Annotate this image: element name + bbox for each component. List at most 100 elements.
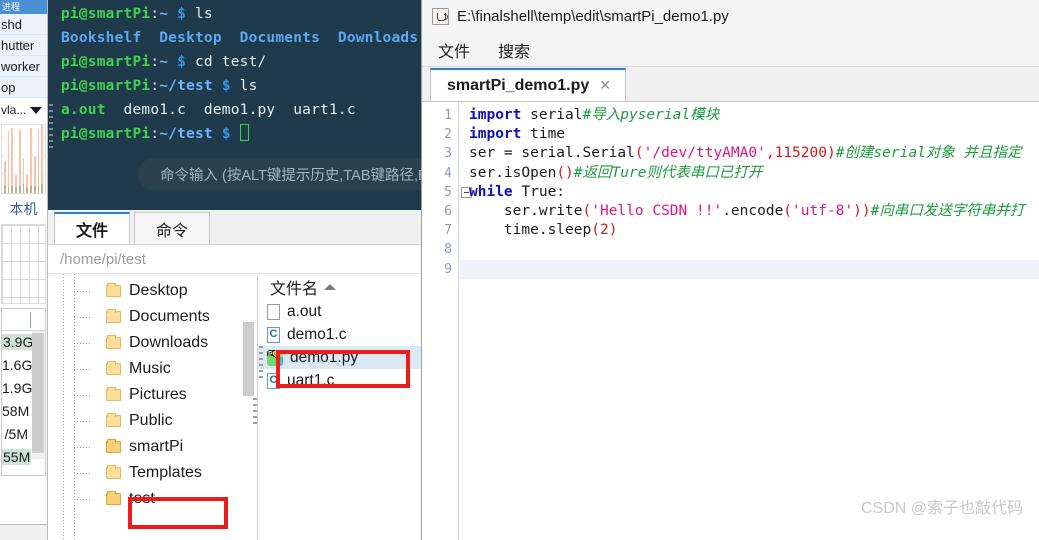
tree-connector: [74, 447, 90, 448]
tab-commands[interactable]: 命令: [134, 212, 210, 244]
terminal-file-entry: uart1.c: [293, 102, 356, 118]
host-label: 本机: [9, 201, 38, 217]
chart-bar-column: [30, 125, 32, 193]
chart-bar-download: [4, 185, 6, 193]
terminal-dir-entry: Documents: [239, 30, 321, 46]
terminal-command: ls: [239, 78, 258, 94]
file-list-item[interactable]: Cdemo1.c: [258, 323, 421, 346]
terminal-dir-entry: Downloads: [337, 30, 419, 46]
file-list-item[interactable]: Cuart1.c: [258, 369, 421, 392]
tree-folder-item[interactable]: Music: [48, 356, 257, 382]
tree-folder-item[interactable]: Pictures: [48, 382, 257, 408]
terminal-path: ~/test: [159, 126, 213, 142]
screenshot-root: 进程 shd hutter worker op vla... 本机 3.9G 1.…: [0, 0, 1039, 540]
tree-folder-label: Downloads: [129, 334, 209, 351]
tree-scroll-marker: [253, 398, 257, 426]
folder-icon: [106, 439, 121, 453]
tree-folder-item[interactable]: Downloads: [48, 330, 257, 356]
disk-stat-value: 1.6G: [2, 357, 33, 373]
tree-folder-item[interactable]: test: [48, 486, 257, 512]
pycharm-file-icon: [267, 349, 283, 366]
editor-window: E:\finalshell\temp\edit\smartPi_demo1.py…: [421, 0, 1039, 540]
file-list-item[interactable]: demo1.py: [258, 346, 421, 369]
sort-ascending-icon[interactable]: [324, 284, 337, 290]
terminal-prompt-line: pi@smartPi:~/test $ ls: [61, 78, 258, 94]
stats-header: [2, 309, 45, 331]
process-row[interactable]: hutter: [0, 35, 47, 56]
code-token: (: [591, 222, 600, 239]
c-file-icon: C: [267, 372, 280, 389]
code-token: ): [608, 222, 618, 239]
command-input-hint[interactable]: 命令输入 (按ALT键提示历史,TAB键路径,ESC: [138, 158, 421, 190]
folder-icon: [106, 413, 121, 427]
network-interface-selector[interactable]: vla...: [0, 98, 47, 122]
chart-bars: [2, 125, 45, 193]
editor-tab-label: smartPi_demo1.py: [447, 76, 590, 94]
tree-scrollbar-thumb[interactable]: [243, 322, 254, 396]
terminal-prompt-line: pi@smartPi:~ $ cd test/: [61, 54, 267, 70]
chart-bar-upload: [41, 125, 44, 185]
chevron-down-icon[interactable]: [30, 106, 43, 114]
chart-bar-upload: [11, 128, 14, 186]
line-number: 7: [444, 223, 452, 239]
code-token: (: [783, 202, 793, 219]
terminal-user: pi@smartPi: [61, 6, 151, 22]
disk-stat-value: /5M: [4, 426, 28, 442]
terminal-command: ls: [195, 6, 213, 22]
code-token: 2: [599, 222, 609, 239]
folder-icon: [106, 309, 121, 323]
menu-item-file[interactable]: 文件: [438, 38, 470, 62]
chart-bar-column: [18, 125, 21, 193]
code-line: [469, 259, 1039, 279]
code-token: (: [634, 145, 644, 162]
chart-bar-download: [30, 186, 32, 193]
process-row[interactable]: op: [0, 77, 47, 98]
tree-folder-item[interactable]: Templates: [48, 460, 257, 486]
terminal-path: ~: [159, 54, 169, 70]
tab-files[interactable]: 文件: [54, 212, 130, 244]
tree-folder-item[interactable]: Desktop: [48, 278, 257, 304]
disk-stat-value: 1.9G: [2, 380, 33, 396]
tree-folder-label: Public: [129, 412, 173, 429]
chart-bar-column: [7, 125, 10, 193]
file-list-header[interactable]: 文件名: [258, 274, 421, 300]
terminal-file-entry: demo1.c: [123, 102, 187, 118]
file-list-item[interactable]: a.out: [258, 300, 421, 323]
line-number: 9: [444, 261, 452, 277]
code-token: time: [521, 126, 566, 143]
code-lines: import serial#导入pyserial模块 import time ser…: [469, 102, 1039, 279]
left-sidebar-panel: 进程 shd hutter worker op vla... 本机 3.9G 1.…: [0, 0, 48, 540]
disk-stat-value: 3.9G: [2, 334, 35, 350]
chart-bar-download: [26, 187, 29, 193]
line-number: 4: [444, 165, 452, 181]
current-path-field[interactable]: /home/pi/test: [48, 244, 421, 274]
line-number: 5: [422, 183, 472, 202]
tree-connector: [74, 343, 90, 344]
code-editor-area[interactable]: 123456789 import serial#导入pyserial模块 impo…: [422, 101, 1039, 540]
editor-tab-smartpi-demo1[interactable]: smartPi_demo1.py ✕: [430, 68, 627, 101]
tree-folder-item[interactable]: Public: [48, 408, 257, 434]
code-line: ser.isOpen()#返回Ture则代表串口已打开: [469, 164, 1039, 183]
stats-scrollbar-thumb[interactable]: [32, 333, 44, 453]
line-number: 8: [444, 242, 452, 258]
line-number: 6: [444, 203, 452, 219]
tree-folder-label: test: [129, 490, 155, 507]
process-row[interactable]: worker: [0, 56, 47, 77]
chart-bar-column: [15, 125, 17, 193]
process-row[interactable]: shd: [0, 14, 47, 35]
close-icon[interactable]: ✕: [599, 77, 611, 94]
file-list-rows: a.out Cdemo1.c demo1.py Cuart1.c: [258, 300, 421, 392]
line-number: 2: [444, 127, 452, 143]
terminal-ls-directories: Bookshelf Desktop Documents Downloads: [61, 26, 421, 50]
terminal-panel[interactable]: pi@smartPi:~ $ ls Bookshelf Desktop Docum…: [48, 0, 421, 210]
tree-folder-item[interactable]: Documents: [48, 304, 257, 330]
file-list-scroll-marker: [259, 346, 263, 380]
process-list-header: 进程: [0, 0, 47, 14]
chart-bar-download: [22, 184, 25, 193]
code-line: import time: [469, 125, 1039, 144]
file-manager-panel: 文件 命令 /home/pi/test Desktop Documents Down…: [48, 210, 421, 540]
menu-item-search[interactable]: 搜索: [498, 38, 530, 62]
code-line: time.sleep(2): [469, 221, 1039, 240]
file-name-label: a.out: [287, 302, 322, 320]
tree-folder-item[interactable]: smartPi: [48, 434, 257, 460]
